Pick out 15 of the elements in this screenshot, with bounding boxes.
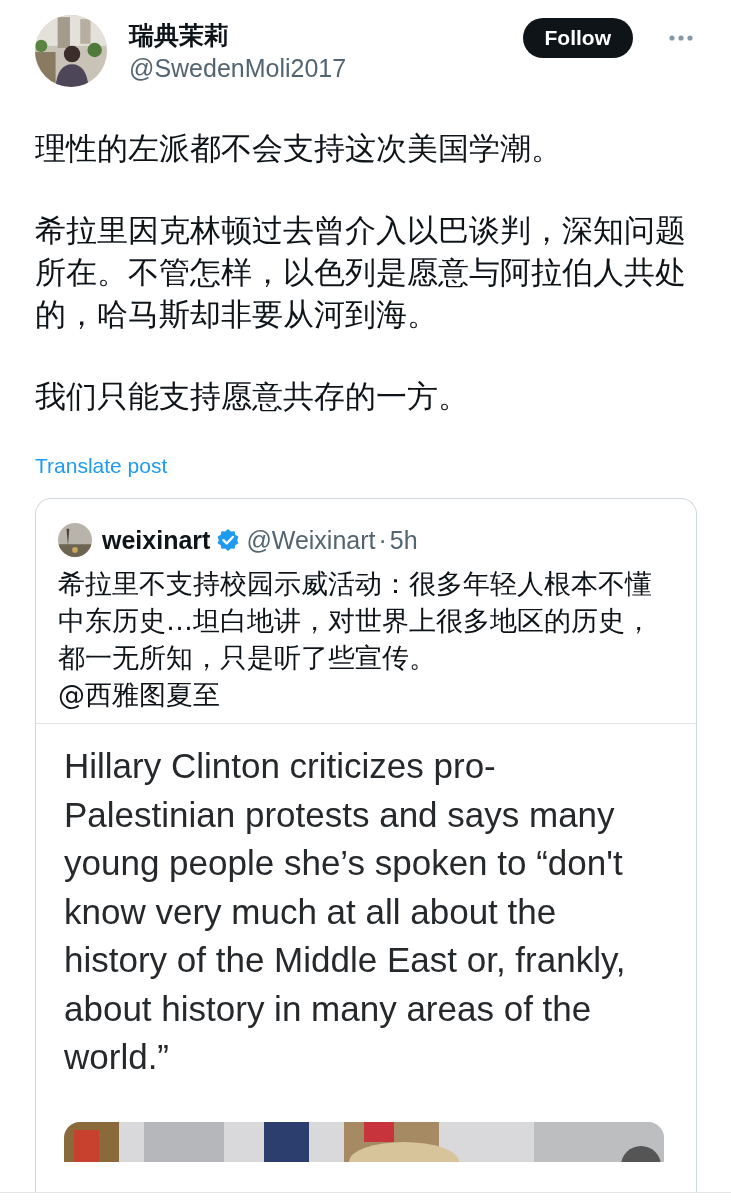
separator-dot: ·	[378, 525, 387, 555]
quoted-author-handle[interactable]: @Weixinart	[246, 525, 376, 555]
quoted-post-text: 希拉里不支持校园示威活动：很多年轻人根本不懂中东历史…坦白地讲，对世界上很多地区的历史，都一无所知，只是听了些宣传。	[58, 567, 653, 675]
post-text: 希拉里因克林顿过去曾介入以巴谈判，深知问题所在。不管怎样，以色列是愿意与阿拉伯人共处的，哈马斯却非要从河到海。	[35, 211, 687, 334]
follow-button[interactable]: Follow	[522, 18, 633, 58]
more-icon[interactable]	[669, 35, 693, 41]
author-handle[interactable]: @SwedenMoli2017	[129, 54, 501, 83]
headline-text: Hillary Clinton criticizes pro- Palestinian protests and says many young people she’s spoken to “don't know very much at all about the history of the Middle East or, frankly, about history in many areas of the world.”	[64, 745, 627, 1078]
quoted-author-name[interactable]: weixinart	[102, 525, 211, 555]
quoted-post-card[interactable]	[35, 498, 697, 1192]
quoted-post-text: @西雅图夏至	[58, 678, 221, 712]
author-name[interactable]: 瑞典茉莉	[129, 19, 501, 52]
post-text: 我们只能支持愿意共存的一方。	[35, 377, 470, 416]
post-text: 理性的左派都不会支持这次美国学潮。	[35, 129, 563, 168]
post-time: 5h	[389, 525, 418, 555]
